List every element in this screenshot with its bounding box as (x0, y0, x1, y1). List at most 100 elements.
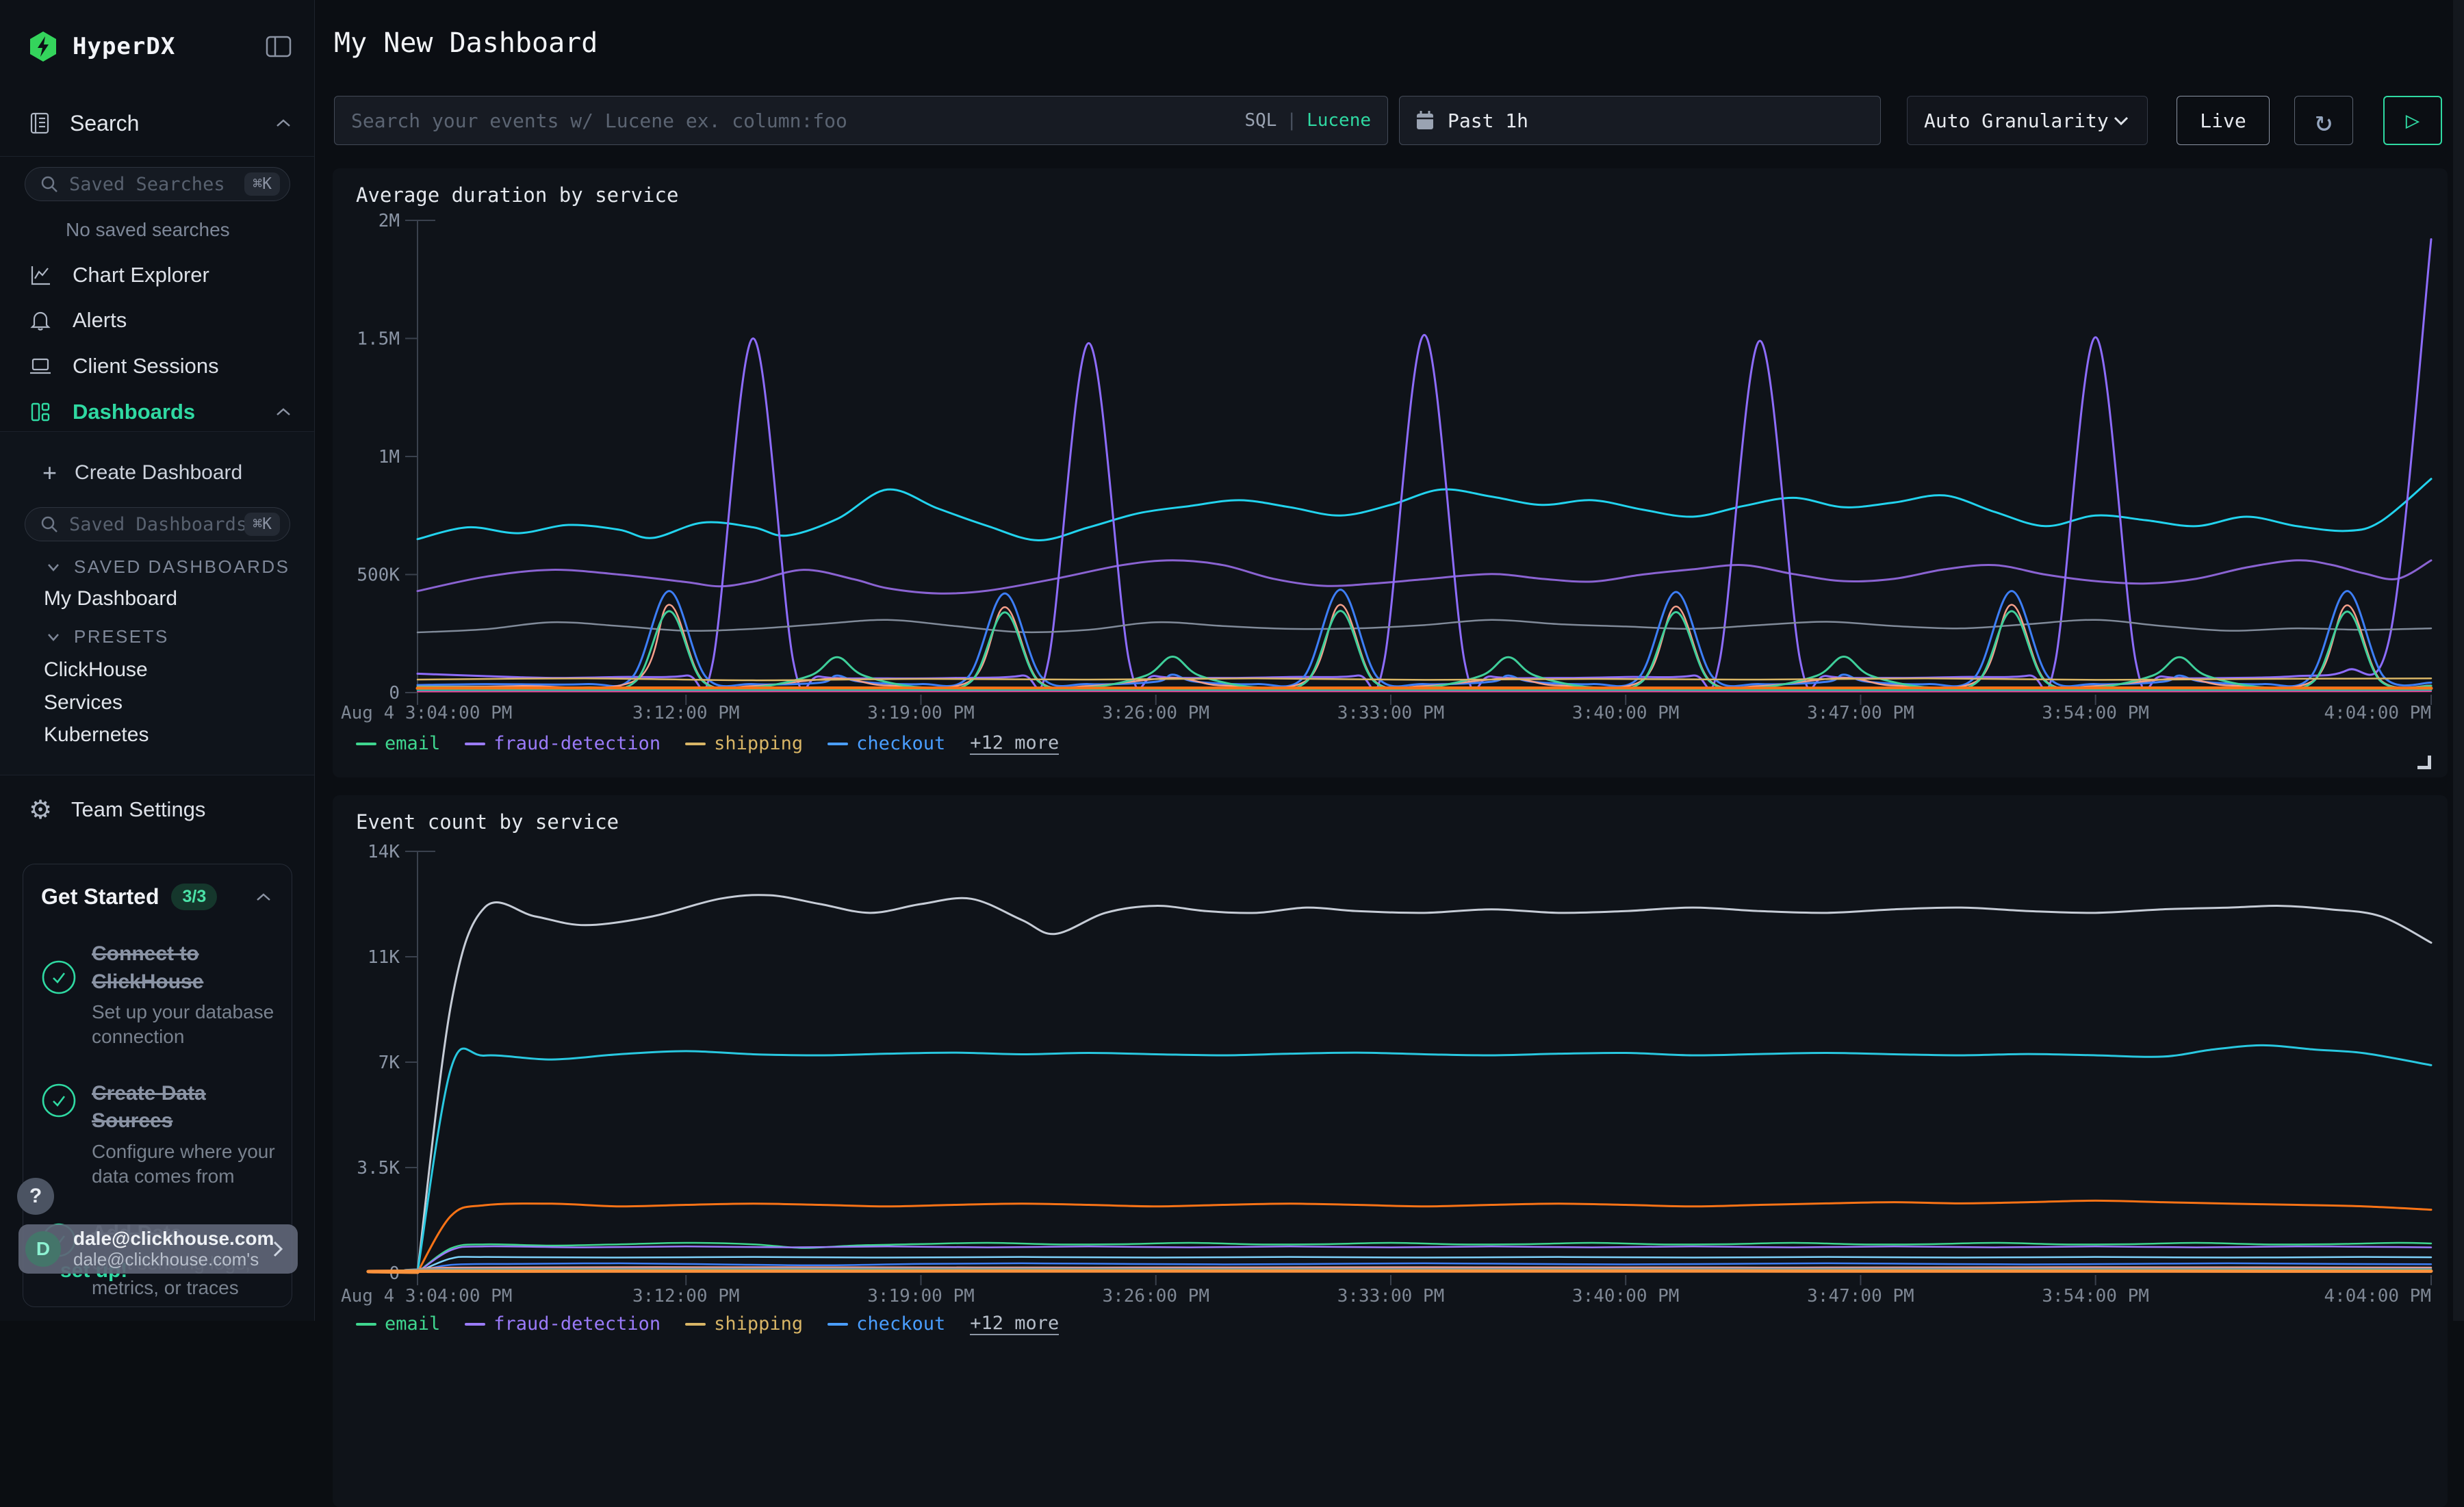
task-title: Create Data Sources (92, 1080, 290, 1135)
saved-dashboards-section-header[interactable]: SAVED DASHBOARDS (45, 556, 290, 578)
legend-item-checkout[interactable]: checkout (827, 1313, 945, 1335)
legend-label: fraud-detection (493, 733, 660, 754)
get-started-item[interactable]: Create Data Sources Configure where your… (41, 1080, 274, 1189)
sidebar-collapse-icon[interactable] (264, 33, 294, 60)
sidebar-item-client-sessions[interactable]: Client Sessions (0, 344, 314, 389)
sidebar-item-team-settings[interactable]: ⚙ Team Settings (27, 787, 294, 832)
legend-swatch (356, 743, 376, 745)
saved-searches-input[interactable] (69, 174, 244, 195)
legend-item-fraud-detection[interactable]: fraud-detection (465, 1313, 660, 1335)
resize-handle-icon[interactable] (2417, 756, 2431, 769)
live-button[interactable]: Live (2177, 96, 2270, 145)
chevron-up-icon (273, 117, 294, 129)
shortcut-badge: ⌘K (244, 513, 280, 536)
sidebar-item-chart-explorer[interactable]: Chart Explorer (0, 253, 314, 298)
legend-swatch (685, 743, 706, 745)
svg-text:14K: 14K (368, 842, 400, 862)
event-count-chart[interactable]: 14K11K7K3.5K0Aug 4 3:04:00 PM3:12:00 PM3… (333, 834, 2448, 1307)
sidebar-item-label: Search (70, 111, 139, 136)
client-sessions-icon (28, 355, 53, 378)
legend-item-shipping[interactable]: shipping (685, 733, 803, 754)
dashboard-controls: SQL | Lucene Past 1h Auto Granularity Li… (315, 96, 2464, 145)
legend-swatch (465, 1323, 485, 1326)
chart-panel-avg-duration[interactable]: Average duration by service 2M1.5M1M500K… (333, 168, 2448, 777)
legend-item-shipping[interactable]: shipping (685, 1313, 803, 1335)
play-button[interactable]: ▷ (2383, 96, 2442, 145)
granularity-select[interactable]: Auto Granularity (1907, 96, 2148, 145)
svg-text:3:47:00 PM: 3:47:00 PM (1807, 703, 1914, 723)
brand-title: HyperDX (73, 33, 175, 60)
event-search-input[interactable] (351, 110, 1244, 132)
chart-legend: email fraud-detection shipping checkout +12 … (333, 1313, 2448, 1335)
task-title: Connect to ClickHouse (92, 940, 290, 996)
legend-item-checkout[interactable]: checkout (827, 733, 945, 754)
page-title: My New Dashboard (334, 27, 598, 59)
granularity-value: Auto Granularity (1924, 110, 2109, 132)
time-range-picker[interactable]: Past 1h (1399, 96, 1881, 145)
svg-text:3:54:00 PM: 3:54:00 PM (2042, 703, 2149, 723)
series-unlabeled-cyan (418, 479, 2431, 541)
avg-duration-chart[interactable]: 2M1.5M1M500K0Aug 4 3:04:00 PM3:12:00 PM3… (333, 207, 2448, 727)
legend-item-email[interactable]: email (356, 733, 440, 754)
svg-text:4:04:00 PM: 4:04:00 PM (2324, 703, 2431, 723)
create-dashboard-button[interactable]: + Create Dashboard (42, 456, 242, 489)
legend-item-fraud-detection[interactable]: fraud-detection (465, 733, 660, 754)
series-unlabeled-cyan (418, 1045, 2431, 1272)
live-label: Live (2200, 110, 2246, 132)
presets-section-header[interactable]: PRESETS (45, 626, 169, 647)
sidebar-item-kubernetes[interactable]: Kubernetes (44, 720, 149, 750)
saved-dashboards-search[interactable]: ⌘K (25, 507, 290, 541)
sidebar-item-services[interactable]: Services (44, 688, 123, 718)
lucene-toggle[interactable]: Lucene (1307, 110, 1371, 131)
sidebar-item-clickhouse[interactable]: ClickHouse (44, 655, 148, 685)
sidebar-item-label: Team Settings (71, 797, 205, 822)
lang-divider: | (1286, 110, 1297, 131)
help-label: ? (29, 1185, 42, 1208)
event-search-bar[interactable]: SQL | Lucene (334, 96, 1388, 145)
legend-label: shipping (714, 1313, 803, 1335)
saved-searches-search[interactable]: ⌘K (25, 167, 290, 201)
series-unlabeled-gray (418, 620, 2431, 632)
logo-row: HyperDX (27, 25, 294, 68)
svg-text:7K: 7K (378, 1053, 400, 1073)
chart-explorer-icon (29, 263, 52, 287)
saved-dashboards-input[interactable] (69, 514, 244, 535)
chart-title: Average duration by service (333, 168, 2448, 207)
search-icon (39, 174, 60, 194)
no-saved-searches-text: No saved searches (66, 219, 230, 241)
divider (0, 156, 314, 157)
svg-text:11K: 11K (368, 947, 400, 968)
chart-panel-event-count[interactable]: Event count by service 14K11K7K3.5K0Aug … (333, 795, 2448, 1507)
chevron-up-icon (273, 406, 294, 418)
legend-label: shipping (714, 733, 803, 754)
hyperdx-logo-icon (27, 31, 59, 62)
legend-swatch (685, 1323, 706, 1326)
sidebar-item-search[interactable]: Search (27, 103, 294, 144)
sql-toggle[interactable]: SQL (1244, 110, 1276, 131)
sidebar-item-alerts[interactable]: Alerts (0, 298, 314, 343)
svg-text:3.5K: 3.5K (357, 1158, 400, 1178)
series-unlabeled-orange2 (368, 1271, 2431, 1272)
legend-more-link[interactable]: +12 more (970, 1313, 1059, 1335)
legend-label: checkout (856, 733, 945, 754)
chevron-down-icon (45, 562, 62, 573)
chevron-right-icon (270, 1237, 285, 1261)
search-icon (39, 514, 60, 534)
user-account-button[interactable]: D dale@clickhouse.com dale@clickhouse.co… (18, 1224, 298, 1274)
refresh-button[interactable]: ↻ (2294, 96, 2353, 145)
get-started-item[interactable]: Connect to ClickHouse Set up your databa… (41, 940, 274, 1050)
series-unlabeled-orange (418, 1200, 2431, 1272)
help-button[interactable]: ? (17, 1178, 54, 1215)
legend-item-email[interactable]: email (356, 1313, 440, 1335)
svg-text:3:33:00 PM: 3:33:00 PM (1337, 703, 1445, 723)
series-shipping (418, 678, 2431, 680)
svg-text:500K: 500K (357, 565, 400, 586)
svg-text:3:12:00 PM: 3:12:00 PM (632, 703, 740, 723)
create-dashboard-label: Create Dashboard (75, 461, 242, 485)
legend-more-link[interactable]: +12 more (970, 732, 1059, 755)
sidebar-item-my-dashboard[interactable]: My Dashboard (44, 584, 177, 614)
scrollbar[interactable] (2453, 0, 2464, 1321)
sidebar-item-label: Dashboards (73, 400, 195, 424)
chevron-up-icon[interactable] (253, 891, 274, 903)
sidebar-item-dashboards[interactable]: Dashboards (0, 389, 314, 435)
